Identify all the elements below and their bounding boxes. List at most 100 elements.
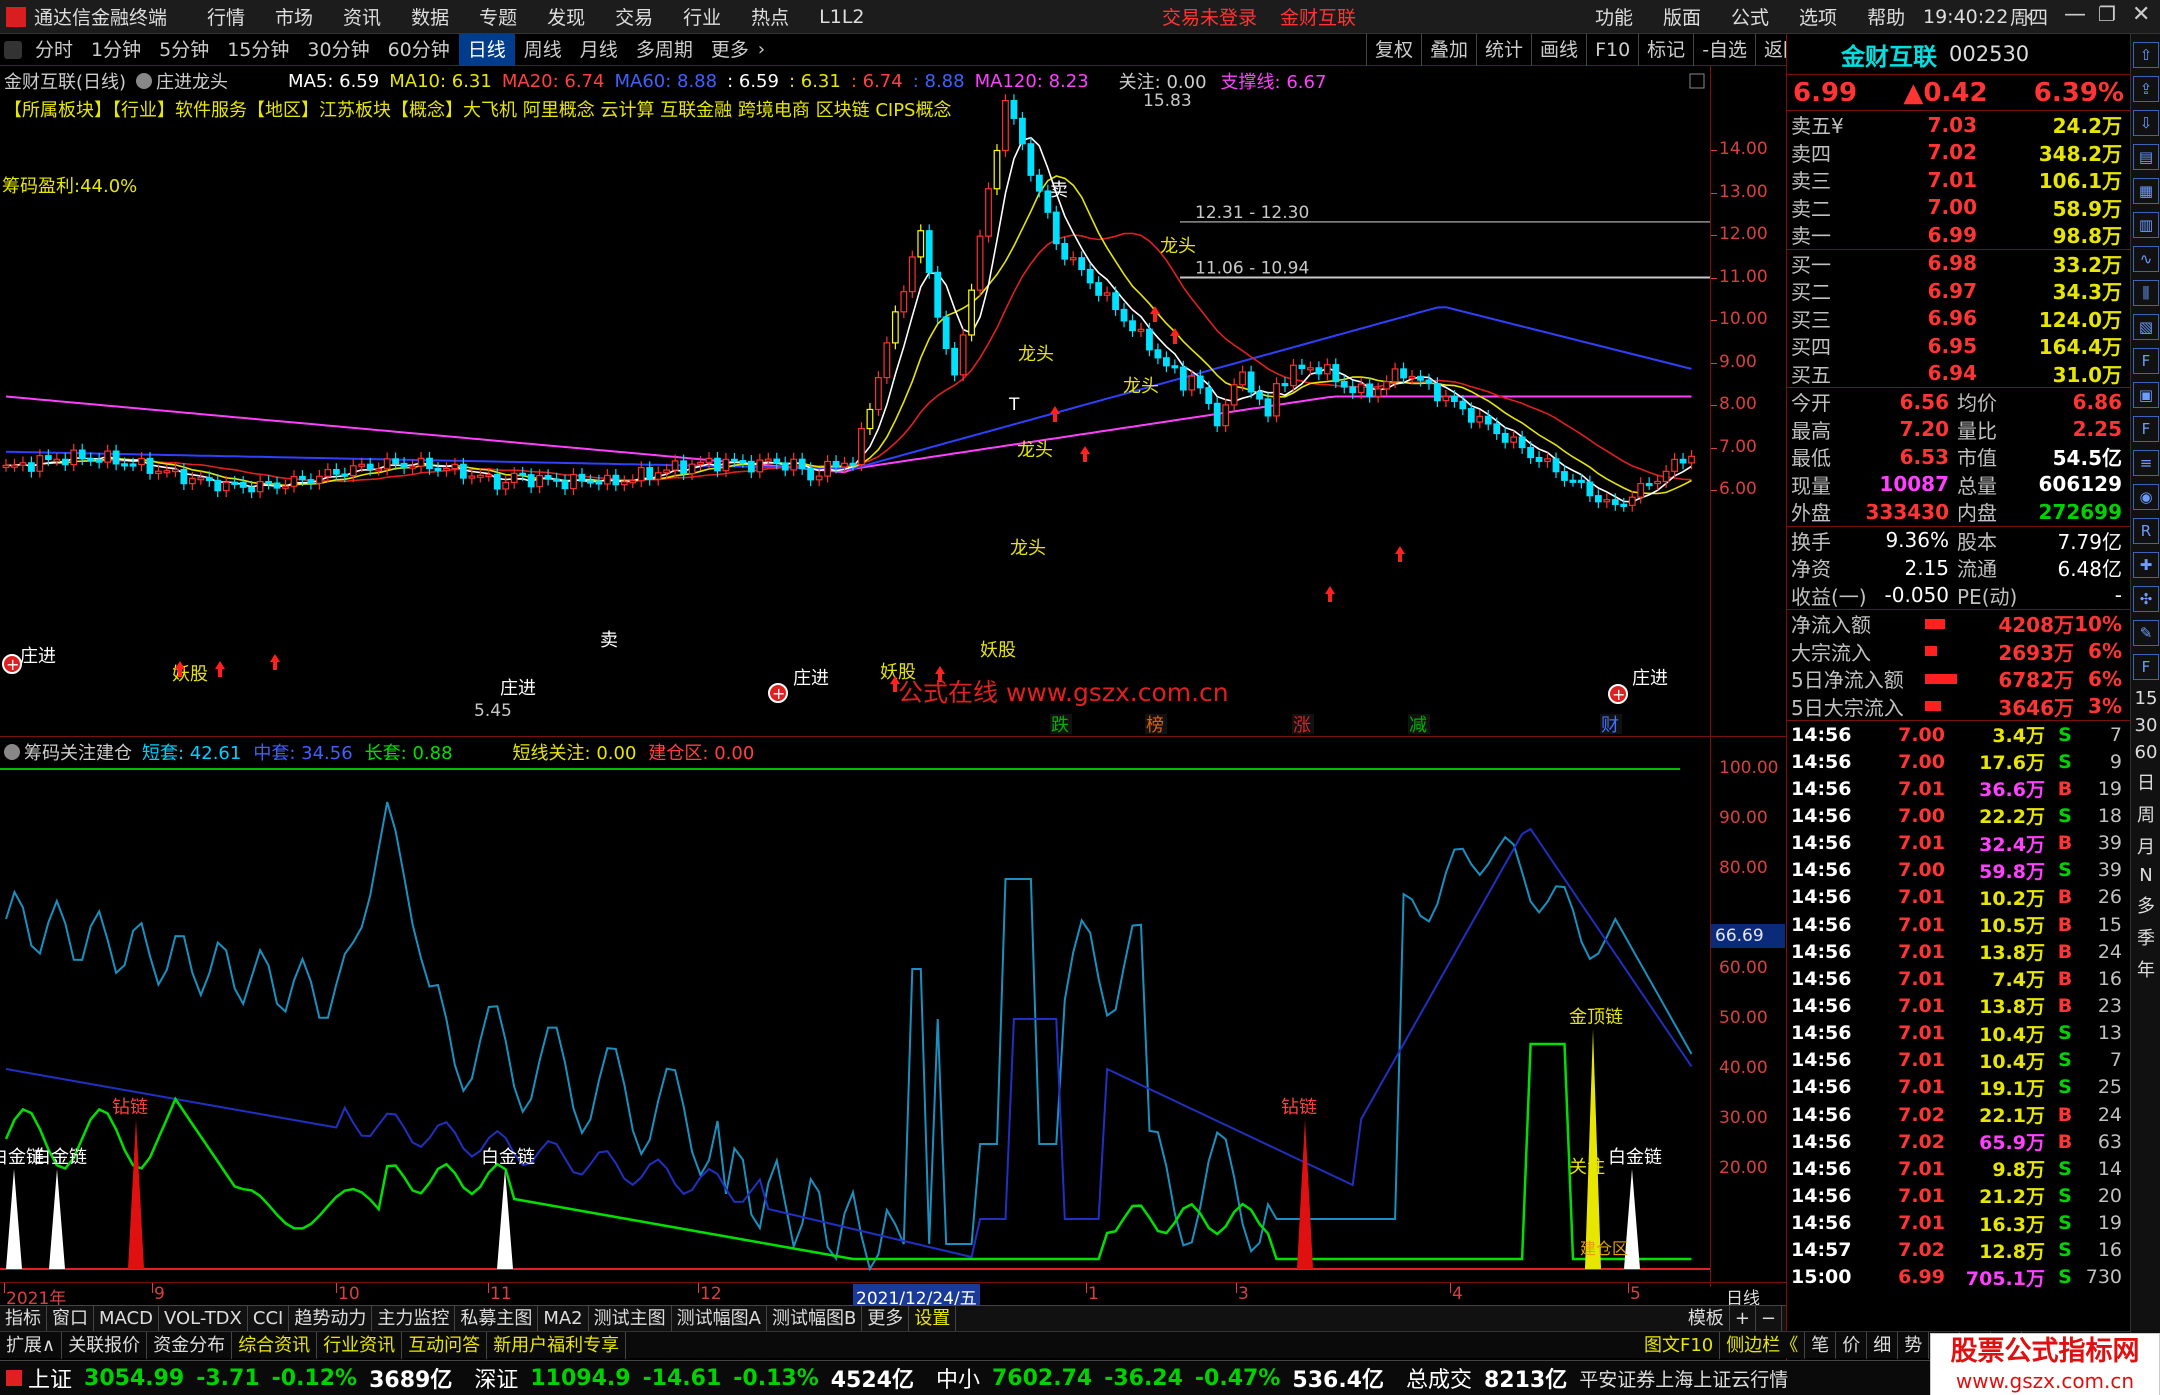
period-tab-9[interactable]: 多周期 <box>627 34 702 66</box>
indicator-tab-5[interactable]: 趋势动力 <box>289 1305 373 1332</box>
indicator-tab-4[interactable]: CCI <box>248 1305 290 1332</box>
menu-item-8[interactable]: 热点 <box>751 3 789 30</box>
indicator-tab-right-0[interactable]: 模板 <box>1683 1305 1730 1332</box>
extension-tab-right-1[interactable]: 侧边栏《 <box>1720 1331 1806 1359</box>
extension-tab-0[interactable]: 扩展∧ <box>0 1331 63 1359</box>
news-icon[interactable]: ▤ <box>2133 144 2159 170</box>
period-tab-0[interactable]: 分时 <box>26 34 82 66</box>
f2-icon[interactable]: F <box>2133 416 2159 442</box>
menu-item-3[interactable]: 数据 <box>411 3 449 30</box>
indicator-tab-8[interactable]: MA2 <box>538 1305 589 1332</box>
menu-right-item-0[interactable]: 功能 <box>1595 3 1633 30</box>
menu-item-0[interactable]: 行情 <box>207 3 245 30</box>
restore-icon[interactable]: ❐ <box>2098 2 2116 26</box>
indicator-plot[interactable]: 白金链白金链白金链白金链钻链钻链金顶链关注建仓区 <box>0 737 1710 1287</box>
side-period-4[interactable]: 周 <box>2131 801 2160 827</box>
close-icon[interactable]: ✕ <box>2132 2 2150 27</box>
period-tab-1[interactable]: 1分钟 <box>82 34 150 66</box>
chart-tool-button-4[interactable]: F10 <box>1586 33 1638 66</box>
ask-row[interactable]: 卖二 7.00 58.9万 <box>1787 194 2130 222</box>
arrow-down-icon[interactable]: ⇩ <box>2133 110 2159 136</box>
bid-row[interactable]: 买三 6.96 124.0万 <box>1787 305 2130 333</box>
chart-tool-button-1[interactable]: 叠加 <box>1421 33 1476 66</box>
kline-plot[interactable]: 12.31 - 12.30 11.06 - 10.94 15.83 5.45 公式在线 … <box>0 66 1710 736</box>
ask-row[interactable]: 卖一 6.99 98.8万 <box>1787 221 2130 249</box>
period-tab-2[interactable]: 5分钟 <box>150 34 218 66</box>
side-period-0[interactable]: 15 <box>2131 688 2160 709</box>
extension-tab-right-4[interactable]: 细 <box>1867 1331 1899 1359</box>
add-icon[interactable]: ✚ <box>2133 552 2159 578</box>
extension-tab-2[interactable]: 资金分布 <box>147 1331 233 1359</box>
ask-row[interactable]: 卖四 7.02 348.2万 <box>1787 139 2130 167</box>
chevron-right-icon[interactable]: › <box>758 39 765 60</box>
menu-item-2[interactable]: 资讯 <box>343 3 381 30</box>
index-name[interactable]: 深证 <box>474 1362 518 1394</box>
extension-tab-4[interactable]: 行业资讯 <box>317 1331 403 1359</box>
arrow-up-icon[interactable]: ⇧ <box>2133 42 2159 68</box>
ask-row[interactable]: 卖五¥ 7.03 24.2万 <box>1787 111 2130 139</box>
indicator-tab-right-1[interactable]: + <box>1730 1305 1756 1332</box>
indicator-tab-1[interactable]: 窗口 <box>47 1305 94 1332</box>
menu-right-item-3[interactable]: 选项 <box>1799 3 1837 30</box>
side-period-6[interactable]: N <box>2131 865 2160 886</box>
extension-tab-right-0[interactable]: 图文F10 <box>1638 1331 1721 1359</box>
index-name[interactable]: 中小 <box>936 1362 980 1394</box>
rsi-icon[interactable]: R <box>2133 518 2159 544</box>
indicator-tab-6[interactable]: 主力监控 <box>372 1305 456 1332</box>
chart-tool-button-3[interactable]: 画线 <box>1531 33 1586 66</box>
chart-tool-button-0[interactable]: 复权 <box>1366 33 1421 66</box>
move-icon[interactable]: ✣ <box>2133 586 2159 612</box>
period-tab-6[interactable]: 日线 <box>458 33 515 66</box>
chart-tool-button-2[interactable]: 统计 <box>1476 33 1531 66</box>
indicator-tab-3[interactable]: VOL-TDX <box>159 1305 248 1332</box>
side-period-2[interactable]: 60 <box>2131 742 2160 763</box>
tick-list[interactable]: 14:56 7.00 3.4万 S 7 14:56 7.00 17.6万 S 9 14:56 7.01… <box>1787 720 2130 1291</box>
login-notice[interactable]: 交易未登录 <box>1162 3 1257 30</box>
fs-icon[interactable]: F <box>2133 654 2159 680</box>
extension-tab-6[interactable]: 新用户福利专享 <box>487 1331 627 1359</box>
bid-row[interactable]: 买四 6.95 164.4万 <box>1787 332 2130 360</box>
bid-row[interactable]: 买二 6.97 34.3万 <box>1787 277 2130 305</box>
menu-right-item-4[interactable]: 帮助 <box>1867 3 1905 30</box>
extension-tab-right-2[interactable]: 笔 <box>1805 1331 1837 1359</box>
candle-icon[interactable]: ⫼ <box>2133 280 2159 306</box>
extension-tab-right-5[interactable]: 势 <box>1898 1331 1930 1359</box>
menu-right-item-1[interactable]: 版面 <box>1663 3 1701 30</box>
f10-icon[interactable]: F <box>2133 348 2159 374</box>
period-tab-4[interactable]: 30分钟 <box>298 34 378 66</box>
indicator-tab-10[interactable]: 测试幅图A <box>672 1305 767 1332</box>
menu-item-4[interactable]: 专题 <box>479 3 517 30</box>
period-tab-3[interactable]: 15分钟 <box>218 34 298 66</box>
side-period-7[interactable]: 多 <box>2131 892 2160 918</box>
chart-tool-button-6[interactable]: -自选 <box>1693 33 1755 66</box>
indicator-tab-12[interactable]: 更多 <box>862 1305 910 1332</box>
indicator-tab-13[interactable]: 设置 <box>909 1305 957 1332</box>
extension-tab-5[interactable]: 互动问答 <box>402 1331 488 1359</box>
indicator-chart[interactable]: 筹码关注建仓 短套: 42.61 中套: 34.56 长套: 0.88 短线关注: 0… <box>0 736 1786 1287</box>
table-icon[interactable]: ▧ <box>2133 314 2159 340</box>
chart-tool-button-5[interactable]: 标记 <box>1638 33 1693 66</box>
period-tab-7[interactable]: 周线 <box>515 34 571 66</box>
calc-icon[interactable]: ▣ <box>2133 382 2159 408</box>
grid-icon[interactable]: ▦ <box>2133 178 2159 204</box>
period-menu-icon[interactable] <box>4 40 22 59</box>
period-tab-10[interactable]: 更多 <box>702 34 758 66</box>
menu-item-7[interactable]: 行业 <box>683 3 721 30</box>
back-icon[interactable]: ‹ <box>2025 4 2034 29</box>
kline-chart[interactable]: 金财互联(日线) 庄进龙头 MA5: 6.59 MA10: 6.31 MA20: 6… <box>0 66 1786 736</box>
minimize-icon[interactable]: — <box>2064 2 2086 27</box>
side-period-1[interactable]: 30 <box>2131 715 2160 736</box>
bid-row[interactable]: 买五 6.94 31.0万 <box>1787 360 2130 388</box>
line-chart-icon[interactable]: ∿ <box>2133 246 2159 272</box>
extension-tab-right-3[interactable]: 价 <box>1836 1331 1868 1359</box>
extension-tab-3[interactable]: 综合资讯 <box>232 1331 318 1359</box>
bar-chart-icon[interactable]: ▥ <box>2133 212 2159 238</box>
menu-item-5[interactable]: 发现 <box>547 3 585 30</box>
indicator-tab-right-2[interactable]: − <box>1756 1305 1782 1332</box>
pen-icon[interactable]: ✎ <box>2133 620 2159 646</box>
eye-icon[interactable]: ◉ <box>2133 484 2159 510</box>
indicator-tab-7[interactable]: 私募主图 <box>455 1305 539 1332</box>
indicator-tab-11[interactable]: 测试幅图B <box>767 1305 863 1332</box>
side-period-8[interactable]: 季 <box>2131 924 2160 950</box>
menu-item-6[interactable]: 交易 <box>615 3 653 30</box>
